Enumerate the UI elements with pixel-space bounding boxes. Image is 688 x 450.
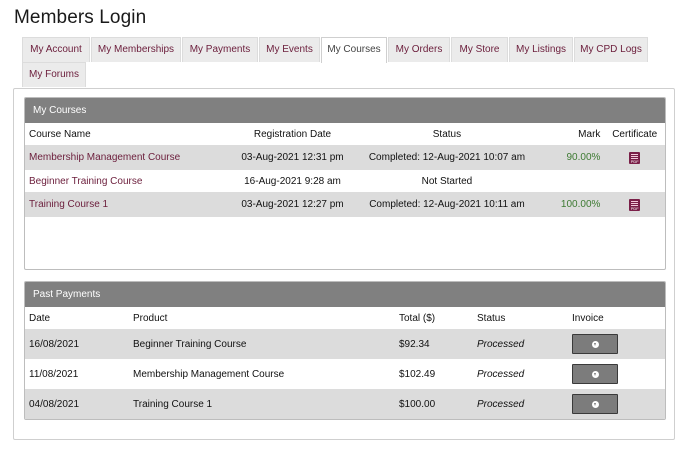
payment-product: Membership Management Course <box>133 368 285 380</box>
course-status: Completed: 12-Aug-2021 10:07 am <box>368 145 526 170</box>
col-date: Date <box>29 312 51 324</box>
pdf-icon[interactable] <box>629 151 641 164</box>
tab-my-orders[interactable]: My Orders <box>388 37 450 62</box>
tab-my-courses[interactable]: My Courses <box>321 37 387 63</box>
payment-total: $100.00 <box>399 389 477 419</box>
tab-my-memberships[interactable]: My Memberships <box>91 37 181 62</box>
course-status: Completed: 12-Aug-2021 10:11 am <box>368 192 526 217</box>
payment-product: Training Course 1 <box>133 389 399 419</box>
tab-my-payments[interactable]: My Payments <box>182 37 258 62</box>
course-mark: 100.00% <box>525 192 605 217</box>
courses-header-row: Course Name Registration Date Status Mar… <box>25 123 665 145</box>
payment-date: 11/08/2021 <box>29 368 79 380</box>
download-icon <box>592 341 599 348</box>
col-payment-status: Status <box>477 312 506 324</box>
payment-row: 11/08/2021 Membership Management Course … <box>25 359 665 389</box>
course-row: Membership Management Course 03-Aug-2021… <box>25 145 665 170</box>
payment-date: 04/08/2021 <box>25 389 133 419</box>
course-mark <box>526 170 605 192</box>
course-mark: 90.00% <box>525 145 605 170</box>
course-registration-date: 03-Aug-2021 12:31 pm <box>216 145 369 170</box>
payment-total: $92.34 <box>399 329 477 359</box>
payment-status: Processed <box>477 389 572 419</box>
col-total: Total ($) <box>399 312 436 324</box>
invoice-download-button[interactable] <box>572 334 618 354</box>
download-icon <box>592 401 599 408</box>
course-name-link[interactable]: Training Course 1 <box>29 199 108 210</box>
payment-product: Beginner Training Course <box>133 329 399 359</box>
tab-my-store[interactable]: My Store <box>451 37 508 62</box>
courses-panel: My Courses Course Name Registration Date… <box>24 97 666 270</box>
course-registration-date: 03-Aug-2021 12:27 pm <box>216 192 369 217</box>
payments-panel: Past Payments Date Product Total ($) Sta… <box>24 281 666 420</box>
payment-status: Processed <box>477 368 525 380</box>
course-status: Not Started <box>421 175 473 187</box>
payment-row: 16/08/2021 Beginner Training Course $92.… <box>25 329 665 359</box>
page-title: Members Login <box>14 7 147 28</box>
payments-header-row: Date Product Total ($) Status Invoice <box>25 307 665 329</box>
pdf-icon[interactable] <box>629 198 641 211</box>
course-certificate-empty <box>604 170 665 192</box>
payment-date: 16/08/2021 <box>25 329 133 359</box>
col-course-name: Course Name <box>29 128 91 140</box>
col-status: Status <box>432 128 462 140</box>
course-row: Beginner Training Course 16-Aug-2021 9:2… <box>25 170 665 192</box>
course-row: Training Course 1 03-Aug-2021 12:27 pm C… <box>25 192 665 217</box>
course-name-link[interactable]: Beginner Training Course <box>29 176 142 187</box>
col-invoice: Invoice <box>572 312 604 324</box>
course-registration-date: 16-Aug-2021 9:28 am <box>244 175 341 187</box>
col-mark: Mark <box>578 128 601 140</box>
download-icon <box>592 371 599 378</box>
payments-panel-header: Past Payments <box>25 282 665 307</box>
col-registration-date: Registration Date <box>253 128 332 140</box>
tab-my-cpd-logs[interactable]: My CPD Logs <box>574 37 648 62</box>
course-name-link[interactable]: Membership Management Course <box>29 152 180 163</box>
col-certificate: Certificate <box>612 128 658 140</box>
tab-content: My Courses Course Name Registration Date… <box>13 88 675 440</box>
courses-panel-header: My Courses <box>25 98 665 123</box>
payment-row: 04/08/2021 Training Course 1 $100.00 Pro… <box>25 389 665 419</box>
tab-my-account[interactable]: My Account <box>22 37 90 62</box>
tab-my-forums[interactable]: My Forums <box>22 62 86 87</box>
payment-status: Processed <box>477 329 572 359</box>
invoice-download-button[interactable] <box>572 394 618 414</box>
payments-table: Date Product Total ($) Status Invoice 16… <box>25 307 665 419</box>
payment-total: $102.49 <box>399 368 436 380</box>
courses-table: Course Name Registration Date Status Mar… <box>25 123 665 217</box>
invoice-download-button[interactable] <box>572 364 618 384</box>
col-product: Product <box>133 312 168 324</box>
tab-my-listings[interactable]: My Listings <box>509 37 573 62</box>
tab-my-events[interactable]: My Events <box>259 37 320 62</box>
